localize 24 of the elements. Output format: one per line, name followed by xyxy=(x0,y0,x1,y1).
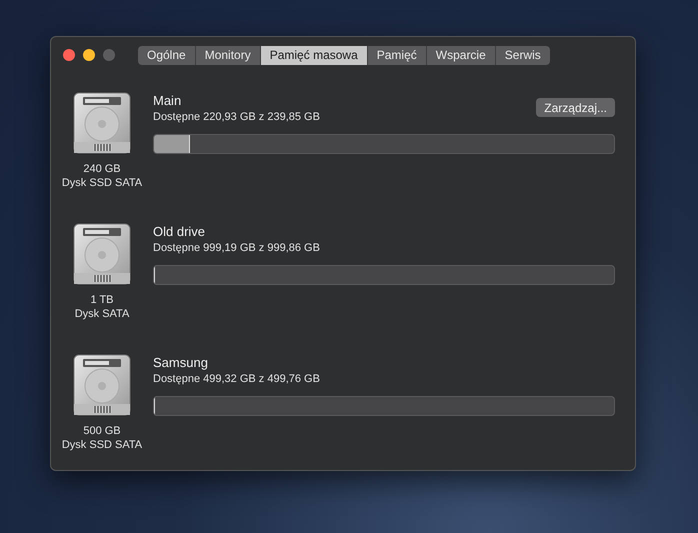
tab[interactable]: Monitory xyxy=(196,46,261,64)
available-space: Dostępne 999,19 GB z 999,86 GB xyxy=(153,241,320,256)
available-space: Dostępne 499,32 GB z 499,76 GB xyxy=(153,372,320,387)
drive-name: Samsung xyxy=(153,354,209,371)
tab[interactable]: Pamięć masowa xyxy=(260,46,368,64)
minimize-button[interactable] xyxy=(83,49,95,61)
drive-capacity: 240 GB xyxy=(83,162,121,176)
hard-drive-icon xyxy=(73,223,131,285)
drive-capacity: 500 GB xyxy=(83,424,121,438)
manage-button[interactable]: Zarządzaj... xyxy=(536,98,615,117)
drive-type: Dysk SSD SATA xyxy=(62,176,142,190)
drive-type: Dysk SATA xyxy=(74,307,130,321)
close-button[interactable] xyxy=(63,49,75,61)
available-space: Dostępne 220,93 GB z 239,85 GB xyxy=(153,110,320,125)
hard-drive-icon xyxy=(73,354,131,416)
hard-drive-icon xyxy=(73,92,131,154)
drive-capacity: 1 TB xyxy=(90,293,114,307)
drive-name: Old drive xyxy=(153,223,206,240)
tab[interactable]: Wsparcie xyxy=(426,46,496,64)
drive-name: Main xyxy=(153,92,182,109)
drive-type: Dysk SSD SATA xyxy=(62,438,142,452)
tab[interactable]: Ogólne xyxy=(138,46,196,64)
tab[interactable]: Pamięć xyxy=(368,46,427,64)
tab[interactable]: Serwis xyxy=(496,46,550,64)
